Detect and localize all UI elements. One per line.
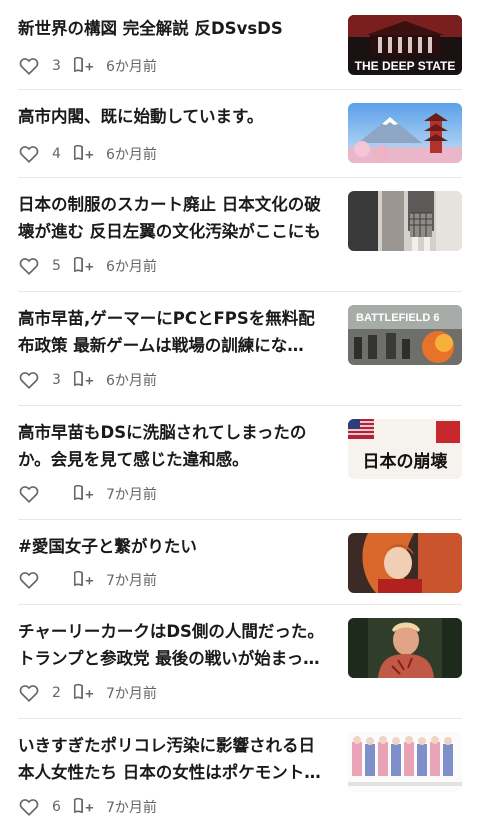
bookmark-button[interactable] — [72, 680, 94, 706]
bookmark-button[interactable] — [72, 141, 94, 167]
article-meta: 6 7か月前 — [18, 795, 157, 819]
thumbnail-text: THE DEEP STATE — [355, 59, 456, 73]
heart-icon — [19, 146, 39, 163]
publish-time: 7か月前 — [106, 686, 157, 702]
like-count: 5 — [52, 258, 61, 274]
article-meta: 5 6か月前 — [18, 254, 157, 278]
like-button[interactable] — [18, 483, 72, 505]
article-thumbnail[interactable]: 日本の崩壊 — [348, 419, 462, 479]
article-thumbnail[interactable]: BATTLEFIELD 6 — [348, 305, 462, 365]
bookmark-button[interactable] — [72, 253, 94, 279]
article-title[interactable]: 日本の制服のスカート廃止 日本文化の破壊が進む 反日左翼の文化汚染がここにも — [18, 191, 330, 245]
bookmark-button[interactable] — [72, 794, 94, 820]
magazine-add-icon — [73, 56, 94, 73]
magazine-add-icon — [73, 797, 94, 814]
article-thumbnail[interactable] — [348, 732, 462, 792]
article-item[interactable]: チャーリーカークはDS側の人間だった。トランプと参政党 最後の戦いが始まっ… 2… — [18, 615, 462, 713]
like-button[interactable]: 3 — [18, 55, 72, 77]
bookmark-button[interactable] — [72, 481, 94, 507]
article-item[interactable]: 高市早苗もDSに洗脳されてしまったのか。会見を見て感じた違和感。 7か月前 日本… — [18, 416, 462, 514]
article-thumbnail[interactable]: THE DEEP STATE — [348, 15, 462, 75]
heart-icon — [19, 685, 39, 702]
article-title[interactable]: 高市早苗,ゲーマーにPCとFPSを無料配布政策 最新ゲームは戦場の訓練にな… — [18, 305, 330, 359]
like-count: 6 — [52, 799, 61, 815]
like-button[interactable]: 4 — [18, 143, 72, 165]
article-meta: 7か月前 — [18, 568, 157, 592]
article-meta: 2 7か月前 — [18, 681, 157, 705]
like-count: 4 — [52, 146, 61, 162]
publish-time: 7か月前 — [106, 487, 157, 503]
article-thumbnail[interactable] — [348, 103, 462, 163]
divider — [18, 718, 462, 719]
article-item[interactable]: 高市早苗,ゲーマーにPCとFPSを無料配布政策 最新ゲームは戦場の訓練にな… 3… — [18, 302, 462, 400]
article-thumbnail[interactable] — [348, 191, 462, 251]
article-title[interactable]: いきすぎたポリコレ汚染に影響される日本人女性たち 日本の女性はポケモント… — [18, 732, 330, 786]
article-title[interactable]: #愛国女子と繋がりたい — [18, 533, 330, 560]
like-button[interactable]: 5 — [18, 255, 72, 277]
bookmark-button[interactable] — [72, 367, 94, 393]
like-count: 3 — [52, 372, 61, 388]
article-title[interactable]: 高市内閣、既に始動しています。 — [18, 103, 330, 130]
article-meta: 3 6か月前 — [18, 368, 157, 392]
like-button[interactable]: 2 — [18, 682, 72, 704]
article-title[interactable]: チャーリーカークはDS側の人間だった。トランプと参政党 最後の戦いが始まっ… — [18, 618, 330, 672]
article-item[interactable]: #愛国女子と繋がりたい 7か月前 — [18, 530, 462, 600]
magazine-add-icon — [73, 484, 94, 501]
publish-time: 6か月前 — [106, 373, 157, 389]
like-button[interactable]: 3 — [18, 369, 72, 391]
heart-icon — [19, 58, 39, 75]
divider — [18, 604, 462, 605]
heart-icon — [19, 799, 39, 816]
divider — [18, 291, 462, 292]
article-item[interactable]: 新世界の構図 完全解説 反DSvsDS 3 6か月前 THE DEEP STAT… — [18, 12, 462, 82]
magazine-add-icon — [73, 144, 94, 161]
article-meta: 4 6か月前 — [18, 142, 157, 166]
magazine-add-icon — [73, 370, 94, 387]
publish-time: 6か月前 — [106, 147, 157, 163]
magazine-add-icon — [73, 570, 94, 587]
magazine-add-icon — [73, 256, 94, 273]
divider — [18, 519, 462, 520]
article-title[interactable]: 新世界の構図 完全解説 反DSvsDS — [18, 15, 330, 42]
publish-time: 7か月前 — [106, 800, 157, 816]
article-item[interactable]: 高市内閣、既に始動しています。 4 6か月前 — [18, 100, 462, 170]
article-title[interactable]: 高市早苗もDSに洗脳されてしまったのか。会見を見て感じた違和感。 — [18, 419, 330, 473]
heart-icon — [19, 258, 39, 275]
heart-icon — [19, 486, 39, 503]
divider — [18, 89, 462, 90]
heart-icon — [19, 572, 39, 589]
like-button[interactable] — [18, 569, 72, 591]
article-thumbnail[interactable] — [348, 618, 462, 678]
bookmark-button[interactable] — [72, 567, 94, 593]
like-count: 3 — [52, 58, 61, 74]
thumbnail-text: 日本の崩壊 — [363, 451, 449, 472]
bookmark-button[interactable] — [72, 53, 94, 79]
article-item[interactable]: いきすぎたポリコレ汚染に影響される日本人女性たち 日本の女性はポケモント… 6 … — [18, 729, 462, 827]
magazine-add-icon — [73, 683, 94, 700]
article-item[interactable]: 日本の制服のスカート廃止 日本文化の破壊が進む 反日左翼の文化汚染がここにも 5… — [18, 188, 462, 286]
heart-icon — [19, 372, 39, 389]
divider — [18, 405, 462, 406]
like-button[interactable]: 6 — [18, 796, 72, 818]
article-meta: 7か月前 — [18, 482, 157, 506]
publish-time: 6か月前 — [106, 59, 157, 75]
thumbnail-text: BATTLEFIELD 6 — [356, 312, 440, 324]
like-count: 2 — [52, 685, 61, 701]
divider — [18, 177, 462, 178]
article-meta: 3 6か月前 — [18, 54, 157, 78]
publish-time: 6か月前 — [106, 259, 157, 275]
article-thumbnail[interactable] — [348, 533, 462, 593]
publish-time: 7か月前 — [106, 573, 157, 589]
